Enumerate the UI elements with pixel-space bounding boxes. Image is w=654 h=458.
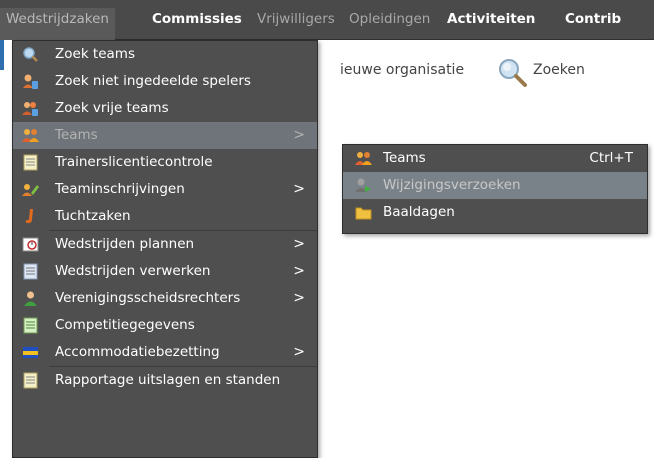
submenu-arrow-icon: >	[293, 263, 305, 279]
submenu-item-teams[interactable]: Teams Ctrl+T	[343, 145, 647, 172]
document-green-icon	[22, 317, 39, 334]
menu-wedstrijdzaken[interactable]: Wedstrijdzaken	[0, 8, 115, 40]
menu-item-label: Wedstrijden verwerken	[55, 263, 211, 279]
submenu-arrow-icon: >	[293, 236, 305, 252]
user-question-icon	[22, 73, 39, 90]
teams-submenu: Teams Ctrl+T Wijzigingsverzoeken Baaldag…	[342, 144, 648, 234]
group-question-icon	[22, 100, 39, 117]
team-edit-icon	[22, 181, 39, 198]
menu-item-teaminschrijvingen[interactable]: Teaminschrijvingen >	[13, 176, 317, 203]
report-icon	[22, 372, 39, 389]
team-icon	[22, 127, 39, 144]
new-organisation-button[interactable]: ieuwe organisatie	[340, 62, 464, 78]
menu-item-label: Trainerslicentiecontrole	[55, 154, 213, 170]
menu-item-label: Competitiegegevens	[55, 317, 195, 333]
discipline-icon	[22, 208, 39, 225]
menu-contributie[interactable]: Contrib	[565, 11, 621, 39]
menu-opleidingen[interactable]: Opleidingen	[349, 11, 430, 39]
shortcut-label: Ctrl+T	[589, 150, 633, 166]
menu-item-accommodatiebezetting[interactable]: Accommodatiebezetting >	[13, 339, 317, 366]
menu-item-teams[interactable]: Teams >	[13, 122, 317, 149]
menu-item-label: Teams	[55, 127, 98, 143]
submenu-arrow-icon: >	[293, 181, 305, 197]
menu-item-label: Teaminschrijvingen	[55, 181, 185, 197]
user-change-icon	[355, 177, 372, 194]
magnifier-icon	[22, 46, 39, 63]
menu-item-competitiegegevens[interactable]: Competitiegegevens	[13, 312, 317, 339]
field-icon	[22, 344, 39, 361]
menu-vrijwilligers[interactable]: Vrijwilligers	[257, 11, 335, 39]
menu-commissies[interactable]: Commissies	[152, 11, 242, 39]
menu-activiteiten[interactable]: Activiteiten	[447, 11, 535, 39]
menu-item-zoek-teams[interactable]: Zoek teams	[13, 41, 317, 68]
menu-item-rapportage-uitslagen[interactable]: Rapportage uitslagen en standen	[13, 367, 317, 394]
menu-item-tuchtzaken[interactable]: Tuchtzaken	[13, 203, 317, 230]
menu-item-label: Zoek teams	[55, 46, 135, 62]
wedstrijdzaken-dropdown: Zoek teams Zoek niet ingedeelde spelers …	[12, 40, 318, 458]
menu-item-wedstrijden-plannen[interactable]: Wedstrijden plannen >	[13, 231, 317, 258]
menubar: Wedstrijdzaken Commissies Vrijwilligers …	[0, 0, 654, 40]
submenu-item-wijzigingsverzoeken[interactable]: Wijzigingsverzoeken	[343, 172, 647, 199]
planning-icon	[22, 236, 39, 253]
referee-icon	[22, 290, 39, 307]
search-icon[interactable]	[496, 56, 530, 90]
menu-item-zoek-niet-ingedeelde-spelers[interactable]: Zoek niet ingedeelde spelers	[13, 68, 317, 95]
menu-item-zoek-vrije-teams[interactable]: Zoek vrije teams	[13, 95, 317, 122]
submenu-arrow-icon: >	[293, 127, 305, 143]
submenu-item-baaldagen[interactable]: Baaldagen	[343, 199, 647, 226]
menu-item-label: Accommodatiebezetting	[55, 344, 220, 360]
menu-item-wedstrijden-verwerken[interactable]: Wedstrijden verwerken >	[13, 258, 317, 285]
menu-item-label: Zoek vrije teams	[55, 100, 169, 116]
menu-item-label: Verenigingsscheidsrechters	[55, 290, 241, 306]
document-icon	[22, 154, 39, 171]
menu-item-label: Zoek niet ingedeelde spelers	[55, 73, 251, 89]
menu-item-label: Baaldagen	[383, 204, 455, 220]
team-icon	[355, 150, 372, 167]
folder-icon	[355, 204, 372, 221]
search-button[interactable]: Zoeken	[533, 62, 585, 78]
window-edge	[0, 40, 4, 70]
document-icon	[22, 263, 39, 280]
menu-item-label: Teams	[383, 150, 426, 166]
menu-item-label: Tuchtzaken	[55, 208, 131, 224]
menu-item-verenigingsscheidsrechters[interactable]: Verenigingsscheidsrechters >	[13, 285, 317, 312]
submenu-arrow-icon: >	[293, 290, 305, 306]
menu-item-trainerslicentiecontrole[interactable]: Trainerslicentiecontrole	[13, 149, 317, 176]
menu-item-label: Rapportage uitslagen en standen	[55, 372, 281, 388]
menu-item-label: Wijzigingsverzoeken	[383, 177, 521, 193]
submenu-arrow-icon: >	[293, 344, 305, 360]
menu-item-label: Wedstrijden plannen	[55, 236, 195, 252]
